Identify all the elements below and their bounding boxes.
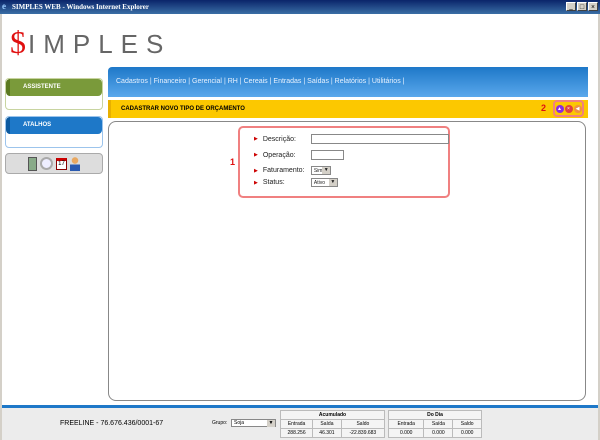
logo-dollar: $: [10, 24, 28, 60]
cell-value: 288.256: [281, 429, 313, 438]
operacao-label: Operação:: [263, 152, 311, 159]
close-button[interactable]: ×: [588, 2, 598, 11]
assistente-header[interactable]: ASSISTENTE: [6, 79, 102, 96]
col-header: Saída: [313, 420, 342, 429]
col-header: Saída: [424, 420, 453, 429]
nav-separator: |: [401, 78, 405, 85]
page-title-bar: CADASTRAR NOVO TIPO DE ORÇAMENTO: [108, 100, 588, 118]
cancel-button[interactable]: ×: [565, 105, 573, 113]
nav-item[interactable]: RH: [228, 78, 238, 85]
grupo-select[interactable]: Soja ▼: [231, 419, 276, 427]
nav-item[interactable]: Relatórios: [335, 78, 367, 85]
chevron-down-icon: ▼: [329, 179, 337, 186]
maximize-button[interactable]: □: [577, 2, 587, 11]
cell-value: 0.000: [389, 429, 424, 438]
nav-item[interactable]: Cadastros: [116, 78, 148, 85]
footer: FREELINE - 76.676.436/0001-67 Grupo: Soj…: [2, 405, 598, 440]
acumulado-title: Acumulado: [281, 411, 385, 420]
cell-value: -22.839.683: [341, 429, 384, 438]
descricao-input[interactable]: [311, 134, 449, 144]
status-label: Status:: [263, 179, 311, 186]
bullet-icon: ▶: [254, 168, 258, 174]
dodia-title: Do Dia: [389, 411, 482, 420]
col-header: Saldo: [453, 420, 482, 429]
calendar-icon[interactable]: 17: [56, 158, 67, 170]
faturamento-value: Sim: [314, 168, 323, 174]
search-icon[interactable]: [40, 157, 53, 170]
action-buttons: ▲ × ◀: [553, 100, 584, 117]
descricao-label: Descrição:: [263, 136, 311, 143]
cell-value: 46.301: [313, 429, 342, 438]
user-icon[interactable]: [70, 157, 80, 171]
title-bar: e SIMPLES WEB - Windows Internet Explore…: [0, 0, 600, 14]
grupo-label: Grupo:: [212, 420, 227, 426]
window-title: SIMPLES WEB - Windows Internet Explorer: [12, 3, 149, 11]
bullet-icon: ▶: [254, 152, 258, 158]
bullet-icon: ▶: [254, 136, 258, 142]
nav-item[interactable]: Financeiro: [154, 78, 187, 85]
cell-value: 0.000: [453, 429, 482, 438]
nav-item[interactable]: Utilitários: [372, 78, 401, 85]
assistente-panel: ASSISTENTE: [5, 78, 103, 110]
logo: $IMPLES: [10, 24, 171, 61]
nav-item[interactable]: Saídas: [307, 78, 329, 85]
grupo-value: Soja: [234, 420, 244, 426]
bullet-icon: ▶: [254, 180, 258, 186]
marker-1: 1: [230, 157, 235, 167]
chevron-down-icon: ▼: [322, 167, 329, 174]
atalhos-header[interactable]: ATALHOS: [6, 117, 102, 134]
tools-bar: 17: [5, 153, 103, 174]
status-select[interactable]: Ativo ▼: [311, 178, 338, 187]
nav-item[interactable]: Cereais: [244, 78, 268, 85]
form-box: ▶Descrição: ▶Operação: ▶Faturamento:Sim▼…: [238, 126, 450, 198]
marker-2: 2: [541, 103, 546, 113]
col-header: Entrada: [281, 420, 313, 429]
back-button[interactable]: ◀: [574, 105, 582, 113]
nav-item[interactable]: Entradas: [273, 78, 301, 85]
faturamento-label: Faturamento:: [263, 167, 311, 174]
nav-item[interactable]: Gerencial: [192, 78, 222, 85]
col-header: Entrada: [389, 420, 424, 429]
logo-text: IMPLES: [28, 29, 171, 59]
col-header: Saldo: [341, 420, 384, 429]
dodia-table: Do Dia EntradaSaídaSaldo 0.0000.0000.000: [388, 410, 482, 438]
main-nav: Cadastros | Financeiro | Gerencial | RH …: [108, 67, 588, 97]
ie-icon: e: [2, 2, 11, 11]
acumulado-table: Acumulado EntradaSaídaSaldo 288.25646.30…: [280, 410, 385, 438]
save-button[interactable]: ▲: [556, 105, 564, 113]
minimize-button[interactable]: _: [566, 2, 576, 11]
faturamento-select[interactable]: Sim▼: [311, 166, 331, 175]
status-value: Ativo: [314, 180, 325, 186]
company-info: FREELINE - 76.676.436/0001-67: [60, 420, 163, 427]
chevron-down-icon: ▼: [267, 420, 275, 427]
atalhos-panel: ATALHOS: [5, 116, 103, 148]
operacao-input[interactable]: [311, 150, 344, 160]
cell-value: 0.000: [424, 429, 453, 438]
calculator-icon[interactable]: [28, 157, 37, 171]
page-title: CADASTRAR NOVO TIPO DE ORÇAMENTO: [121, 106, 245, 112]
